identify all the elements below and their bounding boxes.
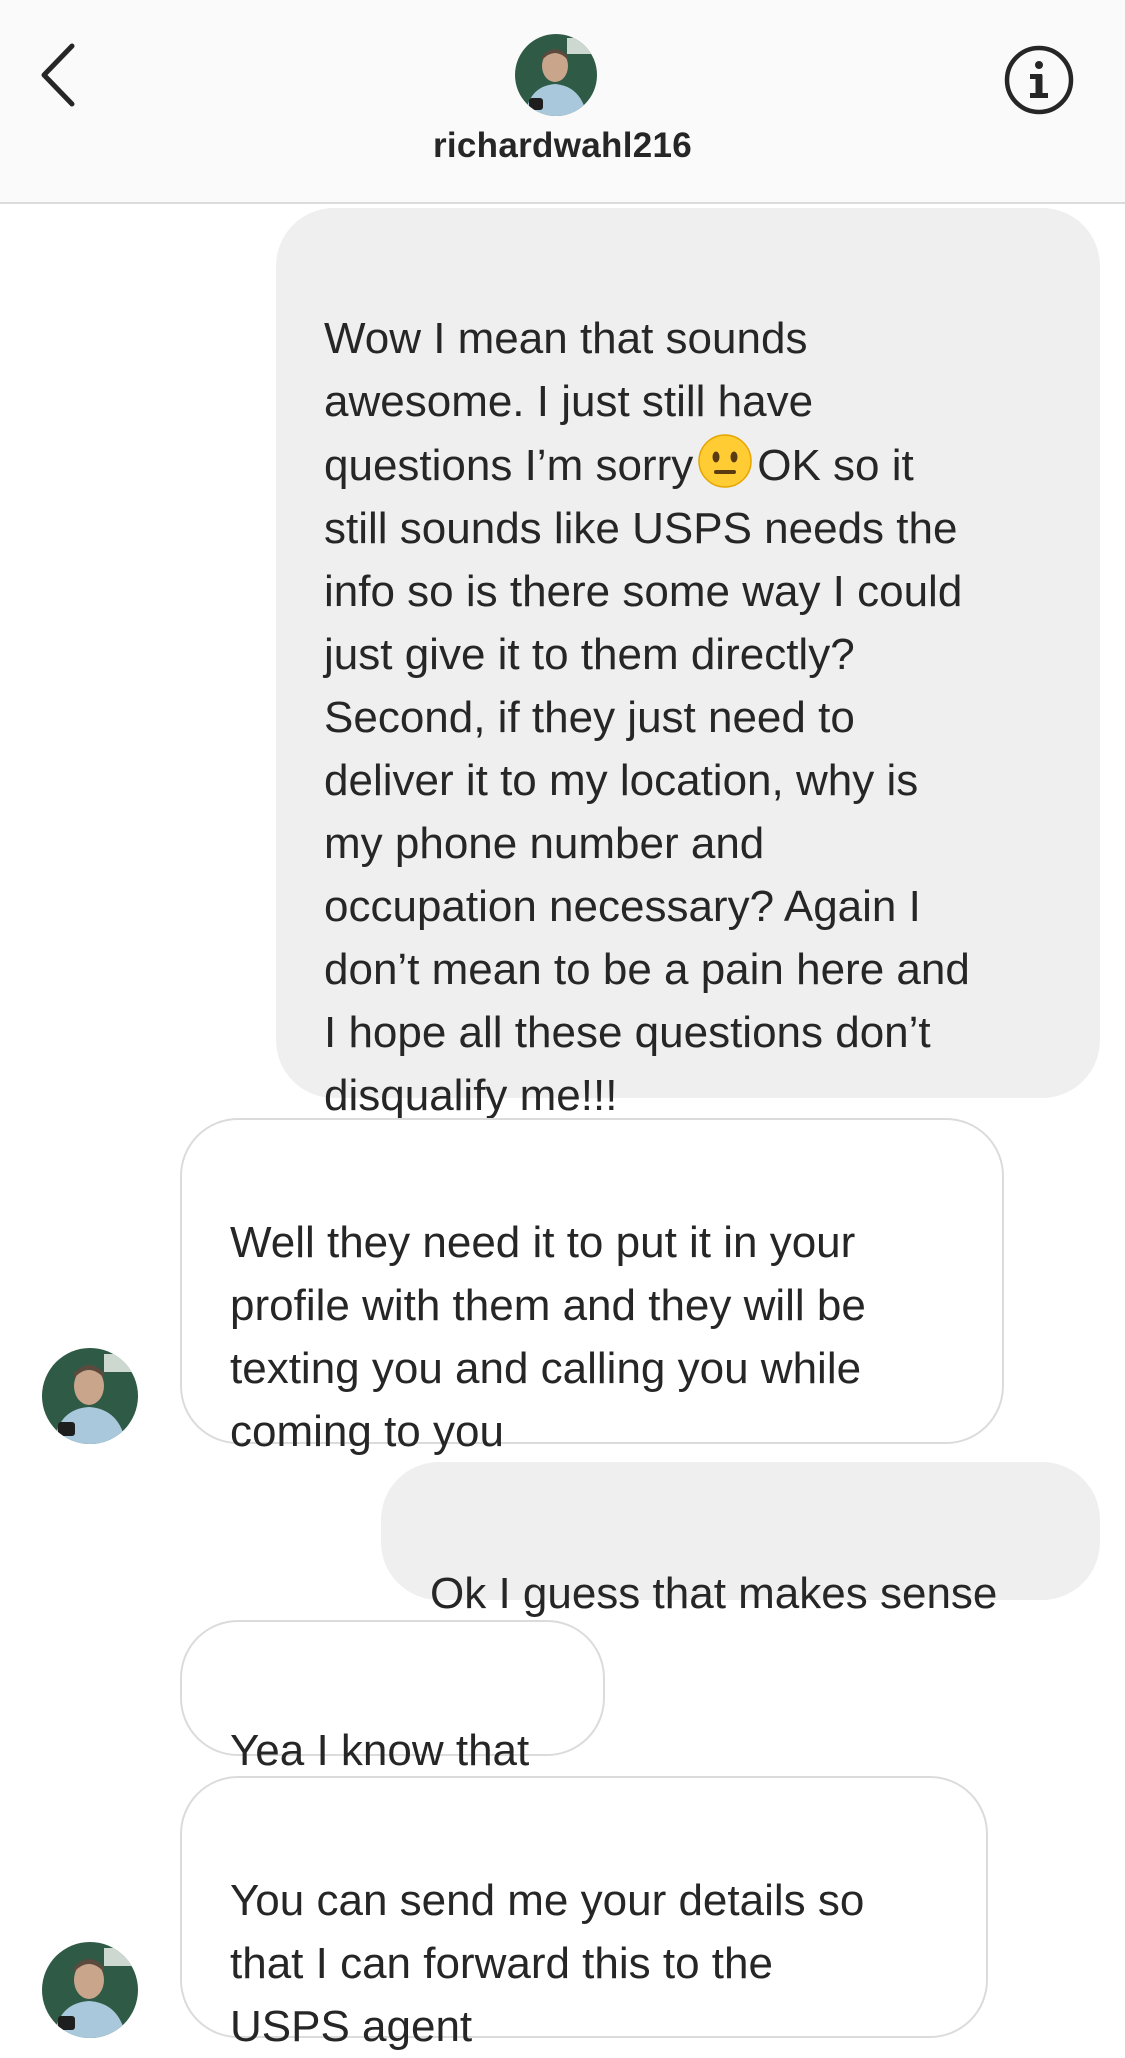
avatar-image xyxy=(42,1942,138,2038)
message-text-continued: OK so it still sounds like USPS needs th… xyxy=(324,441,970,1120)
message-bubble-received[interactable]: Yea I know that xyxy=(180,1620,605,1775)
info-circle-icon xyxy=(1004,45,1074,115)
message-text: You can send me your details so that I c… xyxy=(230,1876,865,2051)
header-avatar[interactable] xyxy=(515,34,597,116)
message-text: Well they need it to put it in your prof… xyxy=(230,1218,866,1456)
chevron-left-icon xyxy=(41,43,75,107)
avatar-image xyxy=(515,34,597,116)
message-bubble-received[interactable]: You can send me your details so that I c… xyxy=(180,1776,988,2051)
message-text: Yea I know that xyxy=(230,1726,530,1775)
message-text: Ok I guess that makes sense xyxy=(430,1569,998,1618)
message-bubble-sent[interactable]: Wow I mean that sounds awesome. I just s… xyxy=(276,208,1100,1120)
message-bubble-sent[interactable]: Ok I guess that makes sense xyxy=(381,1462,1100,1618)
conversation-username[interactable]: richardwahl216 xyxy=(0,126,1125,166)
message-bubble-received[interactable]: Well they need it to put it in your prof… xyxy=(180,1118,1004,1456)
sender-avatar[interactable] xyxy=(42,1348,138,1444)
info-button[interactable] xyxy=(1003,44,1075,116)
neutral-face-emoji-icon xyxy=(697,433,753,489)
conversation-header: richardwahl216 xyxy=(0,0,1125,204)
avatar-image xyxy=(42,1348,138,1444)
back-button[interactable] xyxy=(36,40,80,110)
sender-avatar[interactable] xyxy=(42,1942,138,2038)
